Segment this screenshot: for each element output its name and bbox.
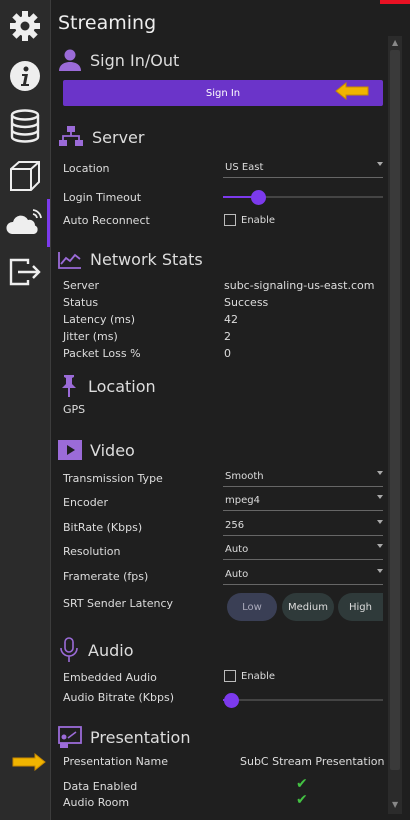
embedded-audio-checkbox[interactable] [224, 670, 236, 682]
section-presentation: Presentation [58, 726, 190, 748]
section-video: Video [58, 440, 135, 460]
sidebar-item-cube[interactable] [0, 151, 50, 201]
chevron-down-icon [377, 569, 383, 573]
section-audio: Audio [58, 637, 133, 663]
chevron-down-icon [377, 495, 383, 499]
cube-icon [10, 161, 40, 191]
scroll-down-icon[interactable]: ▼ [392, 800, 398, 809]
network-row-value: Success [224, 296, 269, 309]
scroll-up-icon[interactable]: ▲ [392, 38, 398, 47]
bitrate-select[interactable]: 256 [223, 515, 383, 536]
sidebar-item-exit[interactable] [0, 247, 50, 297]
chevron-down-icon [377, 520, 383, 524]
location-select[interactable]: US East [223, 157, 383, 178]
sidebar-item-streaming[interactable] [0, 199, 50, 247]
section-sign-in: Sign In/Out [58, 48, 179, 72]
line-chart-icon [58, 251, 81, 269]
gps-label: GPS [63, 403, 86, 416]
encoder-select[interactable]: mpeg4 [223, 490, 383, 511]
resolution-select[interactable]: Auto [223, 539, 383, 560]
section-title-sign-in: Sign In/Out [90, 50, 180, 70]
embedded-audio-enable-label: Enable [241, 671, 276, 682]
transmission-type-select[interactable]: Smooth [223, 466, 383, 487]
network-icon [59, 126, 83, 146]
chevron-down-icon [377, 162, 383, 166]
data-enabled-check-icon: ✔ [296, 776, 308, 792]
sidebar-item-info[interactable] [0, 51, 50, 101]
embedded-audio-label: Embedded Audio [63, 671, 157, 684]
section-network-stats: Network Stats [58, 250, 203, 269]
section-location: Location [58, 374, 156, 398]
section-title-network-stats: Network Stats [90, 250, 203, 269]
network-row-label: Server [63, 279, 100, 292]
scrollbar-thumb[interactable] [390, 50, 400, 770]
chevron-down-icon [377, 544, 383, 548]
transmission-type-value: Smooth [225, 470, 264, 482]
network-row-value: 0 [224, 347, 231, 360]
pushpin-icon [62, 375, 76, 397]
network-row-value: subc-signaling-us-east.com [224, 279, 375, 292]
section-title-video: Video [90, 440, 135, 460]
audio-room-label: Audio Room [63, 796, 130, 809]
slider-thumb[interactable] [223, 692, 239, 708]
user-icon [59, 49, 81, 71]
srt-latency-low-button[interactable]: Low [227, 593, 277, 621]
bitrate-label: BitRate (Kbps) [63, 521, 143, 534]
streaming-panel: Streaming Sign In/Out Sign In Server Loc… [51, 0, 391, 820]
bitrate-value: 256 [225, 519, 245, 531]
network-row-label: Status [63, 296, 99, 309]
right-arrow-icon [12, 753, 46, 771]
video-play-icon [58, 440, 82, 460]
presentation-name-value: SubC Stream Presentation [240, 755, 385, 768]
srt-latency-label: SRT Sender Latency [63, 597, 174, 610]
gear-icon [10, 11, 40, 41]
data-enabled-label: Data Enabled [63, 780, 138, 793]
login-timeout-label: Login Timeout [63, 191, 142, 204]
auto-reconnect-enable-label: Enable [241, 215, 276, 226]
audio-bitrate-label: Audio Bitrate (Kbps) [63, 691, 175, 704]
slider-thumb[interactable] [250, 189, 266, 205]
auto-reconnect-checkbox[interactable] [224, 214, 236, 226]
presentation-name-label: Presentation Name [63, 755, 169, 768]
location-select-value: US East [225, 161, 264, 173]
resolution-label: Resolution [63, 545, 121, 558]
left-arrow-icon [335, 82, 369, 100]
exit-icon [9, 258, 41, 286]
section-title-location: Location [88, 376, 156, 396]
framerate-value: Auto [225, 568, 249, 580]
framerate-select[interactable]: Auto [223, 564, 383, 585]
section-title-presentation: Presentation [90, 727, 191, 747]
section-title-server: Server [92, 127, 145, 147]
sidebar-item-settings[interactable] [0, 1, 50, 51]
database-icon [10, 109, 40, 143]
presentation-icon [58, 726, 82, 748]
encoder-label: Encoder [63, 496, 108, 509]
network-row-label: Latency (ms) [63, 313, 136, 326]
framerate-label: Framerate (fps) [63, 570, 149, 583]
page-title: Streaming [58, 12, 157, 34]
network-row-value: 42 [224, 313, 238, 326]
audio-room-check-icon: ✔ [296, 792, 308, 808]
resolution-value: Auto [225, 543, 249, 555]
sidebar [0, 0, 51, 820]
srt-latency-high-button[interactable]: High [338, 593, 383, 621]
network-row-label: Jitter (ms) [63, 330, 118, 343]
chevron-down-icon [377, 471, 383, 475]
location-label: Location [63, 162, 110, 175]
encoder-value: mpeg4 [225, 494, 260, 506]
sidebar-item-database[interactable] [0, 101, 50, 151]
info-icon [10, 61, 40, 91]
slider-track[interactable] [223, 699, 383, 701]
auto-reconnect-label: Auto Reconnect [63, 214, 150, 227]
section-server: Server [58, 126, 144, 148]
network-row-label: Packet Loss % [63, 347, 141, 360]
cloud-stream-icon [5, 209, 42, 234]
section-title-audio: Audio [88, 640, 134, 660]
network-row-value: 2 [224, 330, 231, 343]
srt-latency-medium-button[interactable]: Medium [282, 593, 334, 621]
microphone-icon [60, 637, 78, 662]
transmission-type-label: Transmission Type [63, 472, 163, 485]
